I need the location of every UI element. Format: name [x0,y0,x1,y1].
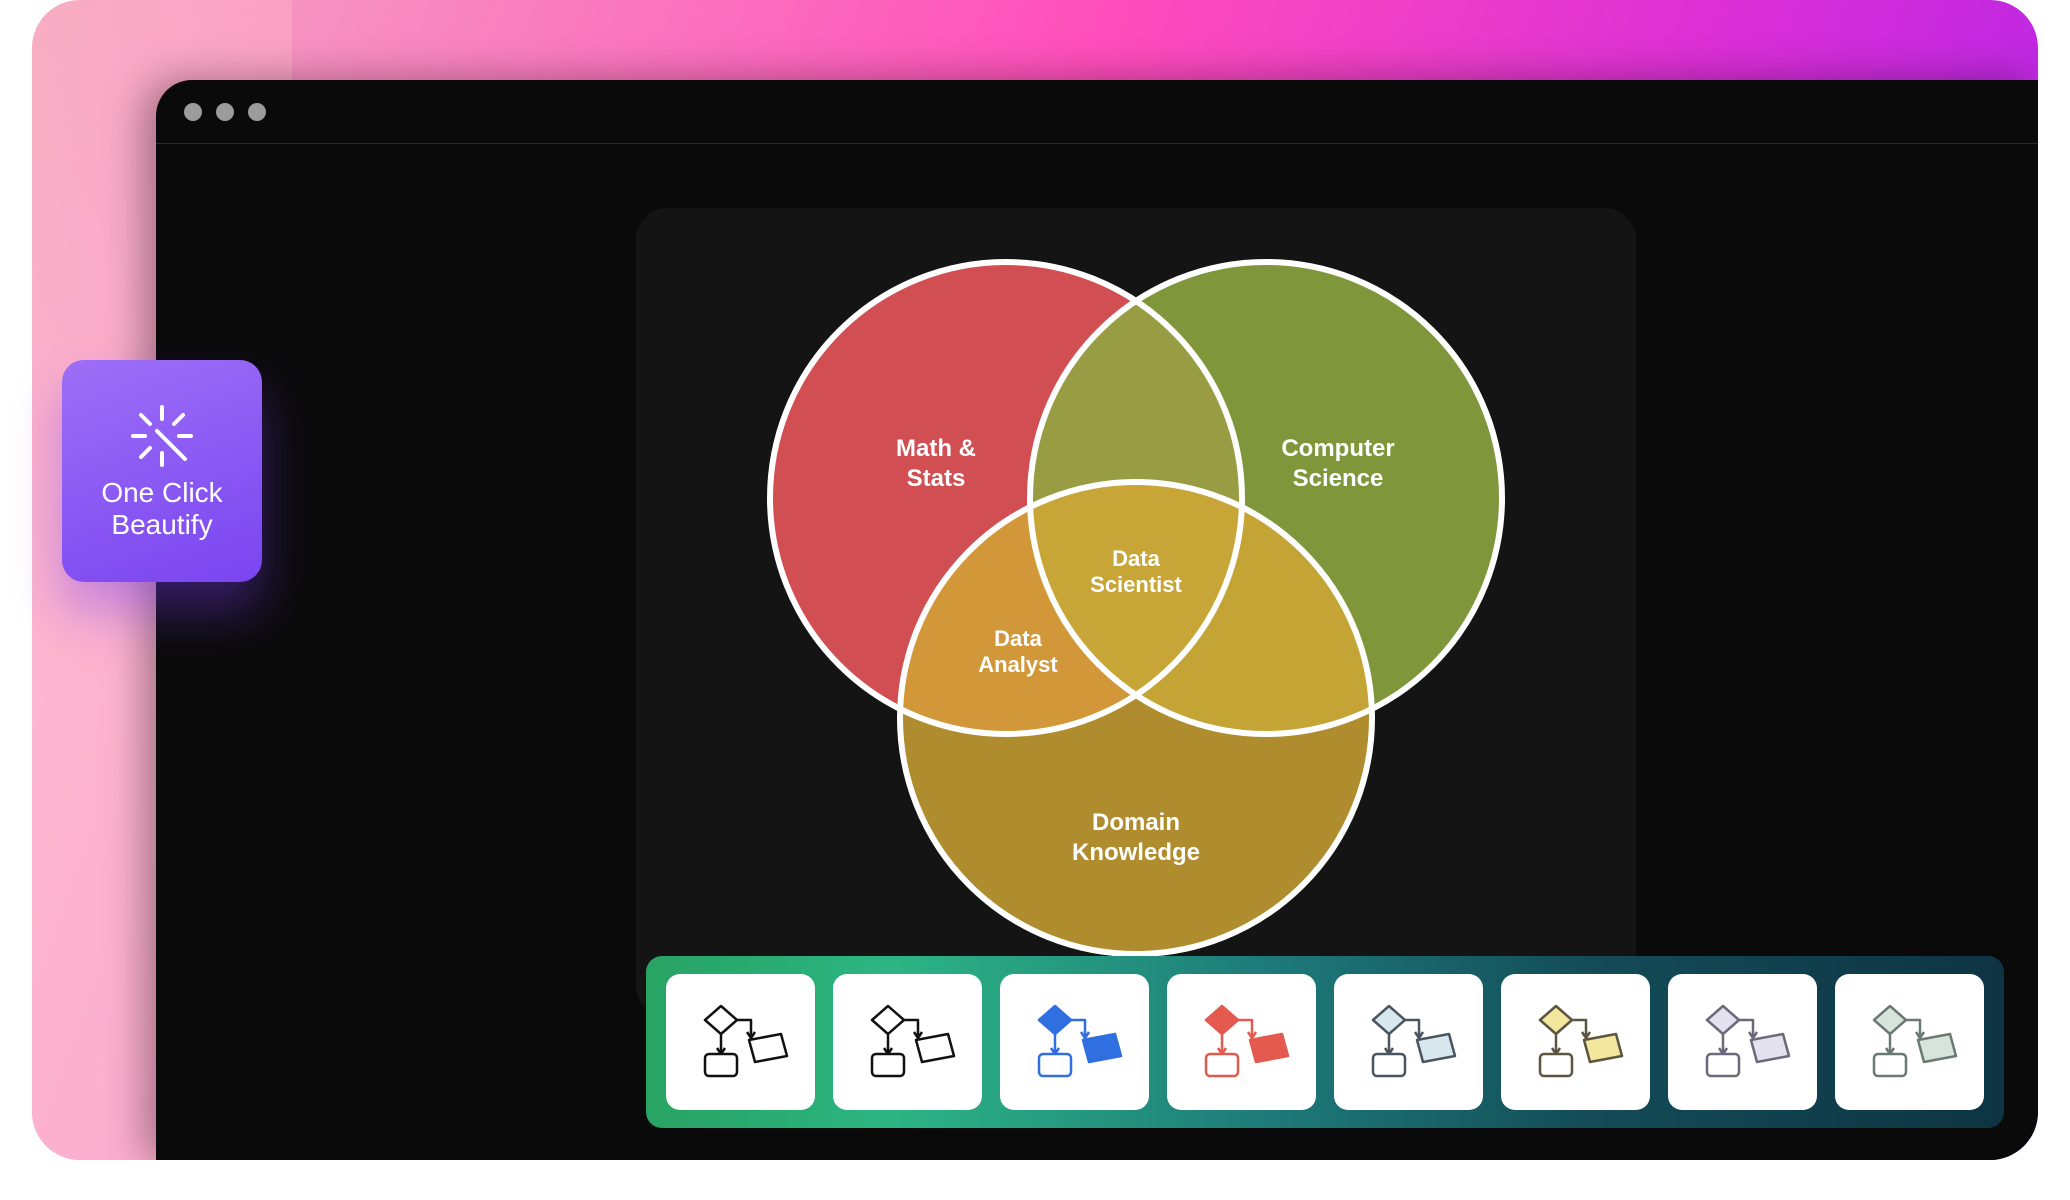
label-data-scientist-l2: Scientist [1090,572,1182,597]
label-cs-l2: Science [1293,465,1384,492]
badge-label: One Click Beautify [101,477,222,541]
label-domain-l1: Domain [1092,809,1180,836]
magic-wand-icon [127,401,197,471]
theme-lavender-thumb[interactable] [1668,974,1817,1110]
one-click-beautify-button[interactable]: One Click Beautify [62,360,262,582]
label-math-stats-l1: Math & [896,435,976,462]
theme-sage-thumb[interactable] [1835,974,1984,1110]
theme-blue-thumb[interactable] [1000,974,1149,1110]
window-close-dot[interactable] [184,103,202,121]
theme-palette-bar [646,956,2004,1128]
theme-light-blue-thumb[interactable] [1334,974,1483,1110]
venn-diagram: Math & Stats Computer Science Domain Kno… [636,208,1636,1018]
badge-line2: Beautify [111,509,212,540]
label-data-analyst-l1: Data [994,626,1042,651]
badge-line1: One Click [101,477,222,508]
theme-yellow-thumb[interactable] [1501,974,1650,1110]
stage: Math & Stats Computer Science Domain Kno… [0,0,2070,1200]
gradient-backdrop: Math & Stats Computer Science Domain Kno… [32,0,2038,1160]
diagram-canvas[interactable]: Math & Stats Computer Science Domain Kno… [636,208,1636,1018]
label-data-scientist-l1: Data [1112,546,1160,571]
label-data-analyst-l2: Analyst [978,652,1058,677]
window-titlebar [156,80,2038,144]
theme-red-thumb[interactable] [1167,974,1316,1110]
theme-dark-outline-thumb[interactable] [666,974,815,1110]
label-math-stats-l2: Stats [907,465,966,492]
theme-black-outline-thumb[interactable] [833,974,982,1110]
label-cs-l1: Computer [1281,435,1394,462]
window-maximize-dot[interactable] [248,103,266,121]
app-window: Math & Stats Computer Science Domain Kno… [156,80,2038,1160]
label-domain-l2: Knowledge [1072,839,1200,866]
window-minimize-dot[interactable] [216,103,234,121]
